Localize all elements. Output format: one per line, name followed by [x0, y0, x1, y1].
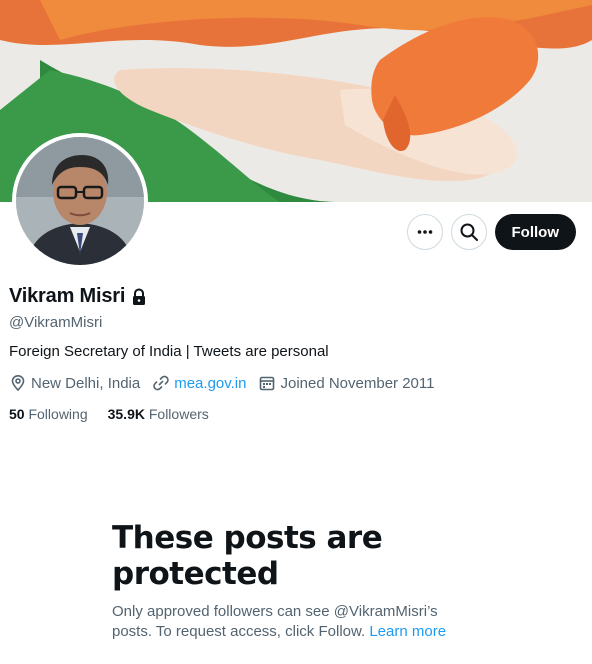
following-label: Following — [28, 406, 88, 422]
learn-more-link[interactable]: Learn more — [369, 623, 446, 640]
following-stat[interactable]: 50 Following — [9, 406, 88, 422]
followers-stat[interactable]: 35.9K Followers — [108, 406, 209, 422]
link-icon — [153, 375, 169, 391]
following-count: 50 — [9, 406, 25, 422]
website-item[interactable]: mea.gov.in — [152, 374, 246, 392]
protected-notice: These posts are protected Only approved … — [112, 520, 472, 642]
profile-avatar[interactable] — [12, 133, 148, 269]
calendar-icon — [260, 376, 275, 391]
profile-info: Vikram Misri @VikramMisri Foreign Secret… — [9, 285, 576, 422]
followers-label: Followers — [148, 406, 209, 422]
more-icon — [417, 230, 432, 234]
joined-item: Joined November 2011 — [258, 374, 434, 392]
follow-stats: 50 Following 35.9K Followers — [9, 406, 576, 422]
bio: Foreign Secretary of India | Tweets are … — [9, 343, 329, 360]
follow-button[interactable]: Follow — [494, 214, 576, 250]
search-profile-button[interactable] — [450, 214, 487, 250]
lock-icon — [133, 287, 146, 305]
profile-meta: New Delhi, India mea.gov.in Joined Novem… — [9, 374, 576, 392]
display-name: Vikram Misri — [9, 285, 126, 307]
location-pin-icon — [11, 374, 25, 392]
name-row: Vikram Misri — [9, 285, 576, 308]
joined-text: Joined November 2011 — [280, 374, 435, 392]
search-icon — [460, 223, 478, 241]
profile-actions: Follow — [406, 214, 576, 250]
more-options-button[interactable] — [406, 214, 443, 250]
website-link[interactable]: mea.gov.in — [174, 375, 246, 392]
protected-title: These posts are protected — [112, 520, 383, 592]
avatar-photo — [16, 137, 144, 265]
protected-body: Only approved followers can see @VikramM… — [112, 602, 472, 642]
followers-count: 35.9K — [107, 406, 145, 422]
location-text: New Delhi, India — [31, 374, 141, 392]
handle: @VikramMisri — [9, 314, 103, 331]
location-item: New Delhi, India — [9, 374, 140, 392]
